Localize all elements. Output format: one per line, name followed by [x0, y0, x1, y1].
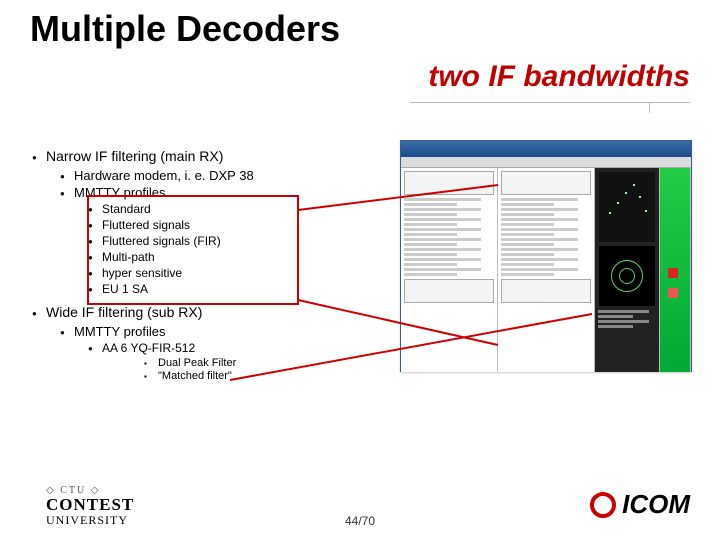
screenshot-scope-panel: [595, 168, 660, 372]
page-number: 44/70: [345, 514, 375, 528]
contest-university-logo: ◇ CTU ◇ CONTEST UNIVERSITY: [46, 485, 176, 528]
bullet-profile-multipath: Multi-path: [88, 250, 392, 264]
icom-logo: ICOM: [590, 489, 690, 520]
bullet-profile-fluttered-fir: Fluttered signals (FIR): [88, 234, 392, 248]
bullet-narrow: Narrow IF filtering (main RX): [32, 148, 392, 164]
slide-title: Multiple Decoders: [30, 8, 340, 50]
bullet-matched: "Matched filter": [144, 370, 392, 382]
screenshot-panel-mid: [498, 168, 595, 372]
bullet-content: Narrow IF filtering (main RX) Hardware m…: [32, 140, 392, 383]
window-menubar: [401, 157, 691, 168]
slide: Multiple Decoders two IF bandwidths Narr…: [0, 0, 720, 540]
ctu-mid: CONTEST: [46, 496, 176, 513]
bullet-profile-eu1sa: EU 1 SA: [88, 282, 392, 296]
icom-circle-icon: [590, 492, 616, 518]
bullet-profile-fluttered: Fluttered signals: [88, 218, 392, 232]
window-titlebar: [401, 141, 691, 157]
divider: [410, 102, 690, 103]
bullet-hw-modem: Hardware modem, i. e. DXP 38: [60, 168, 392, 183]
mmtty-screenshot: [400, 140, 692, 372]
bullet-wide: Wide IF filtering (sub RX): [32, 304, 392, 320]
slide-subtitle: two IF bandwidths: [428, 60, 690, 94]
bullet-mmtty-wide: MMTTY profiles: [60, 324, 392, 339]
ctu-bot: UNIVERSITY: [46, 513, 176, 528]
screenshot-waterfall-panel: [660, 168, 691, 372]
icom-text: ICOM: [622, 489, 690, 520]
bullet-profile-standard: Standard: [88, 202, 392, 216]
bullet-dual-peak: Dual Peak Filter: [144, 357, 392, 369]
screenshot-panel-left: [401, 168, 498, 372]
bullet-mmtty-narrow: MMTTY profiles: [60, 185, 392, 200]
bullet-aa6yq: AA 6 YQ-FIR-512: [88, 341, 392, 355]
bullet-profile-hyper: hyper sensitive: [88, 266, 392, 280]
